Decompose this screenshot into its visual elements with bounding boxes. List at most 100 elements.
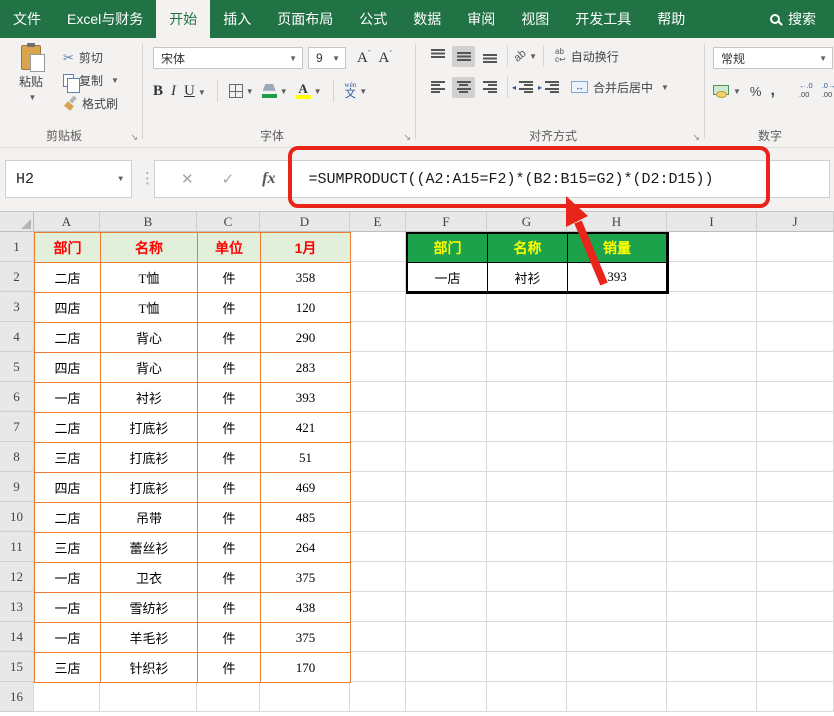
insert-function-icon[interactable]: fx [262,170,275,188]
column-header-F[interactable]: F [406,212,487,232]
formula-bar-grip-icon[interactable]: ⋮ [140,169,155,187]
decrease-decimal-button[interactable]: .0→ .00 [822,82,834,99]
column-header-B[interactable]: B [100,212,197,232]
font-size-select[interactable]: 9 ▼ [308,47,346,69]
column-header-C[interactable]: C [197,212,260,232]
wrap-text-button[interactable]: ab c↩ 自动换行 [555,48,619,65]
cell-B12[interactable]: 卫衣 [101,563,198,593]
cell-B5[interactable]: 背心 [101,353,198,383]
cell-H1[interactable]: 销量 [568,234,667,263]
cell-D15[interactable]: 170 [261,653,351,683]
row-header-4[interactable]: 4 [0,322,34,352]
phonetic-button[interactable]: wén 文 ▼ [345,82,368,100]
enter-icon[interactable]: ✓ [222,170,235,188]
cell-B14[interactable]: 羊毛衫 [101,623,198,653]
formula-text[interactable]: =SUMPRODUCT((A2:A15=F2)*(B2:B15=G2)*(D2:… [308,171,713,188]
clipboard-dialog-launcher-icon[interactable]: ↘ [130,132,138,143]
row-header-10[interactable]: 10 [0,502,34,532]
cell-B3[interactable]: T恤 [101,293,198,323]
cell-C5[interactable]: 件 [198,353,261,383]
cell-A7[interactable]: 二店 [35,413,101,443]
column-header-G[interactable]: G [487,212,567,232]
tab-数据[interactable]: 数据 [400,0,454,38]
cell-H2[interactable]: 393 [568,263,667,292]
cell-B6[interactable]: 衬衫 [101,383,198,413]
align-center-button[interactable] [452,77,475,98]
copy-button[interactable]: 复制 ▼ [63,70,119,91]
row-header-3[interactable]: 3 [0,292,34,322]
cell-A9[interactable]: 四店 [35,473,101,503]
cell-A6[interactable]: 一店 [35,383,101,413]
tab-Excel与财务[interactable]: Excel与财务 [54,0,156,38]
cell-B10[interactable]: 吊带 [101,503,198,533]
tab-帮助[interactable]: 帮助 [644,0,698,38]
number-format-select[interactable]: 常规 ▼ [713,47,833,69]
row-header-14[interactable]: 14 [0,622,34,652]
column-header-A[interactable]: A [34,212,100,232]
cell-D13[interactable]: 438 [261,593,351,623]
cell-D12[interactable]: 375 [261,563,351,593]
cell-A5[interactable]: 四店 [35,353,101,383]
bold-button[interactable]: B [153,83,163,100]
cell-D1[interactable]: 1月 [261,233,351,263]
cell-C9[interactable]: 件 [198,473,261,503]
cell-C4[interactable]: 件 [198,323,261,353]
comma-style-button[interactable]: , [770,82,774,100]
cell-D5[interactable]: 283 [261,353,351,383]
borders-button[interactable]: ▼ [229,84,254,98]
align-top-button[interactable] [426,46,449,67]
cell-C13[interactable]: 件 [198,593,261,623]
select-all-corner[interactable] [0,212,34,232]
tab-插入[interactable]: 插入 [210,0,264,38]
tab-文件[interactable]: 文件 [0,0,54,38]
increase-decimal-button[interactable]: ←.0 .00 [799,82,813,99]
format-painter-button[interactable]: 格式刷 [63,93,119,114]
name-box[interactable]: H2 ▼ [5,160,132,198]
cell-D7[interactable]: 421 [261,413,351,443]
cell-D2[interactable]: 358 [261,263,351,293]
row-header-11[interactable]: 11 [0,532,34,562]
cell-C8[interactable]: 件 [198,443,261,473]
decrease-font-button[interactable]: Aˇ [379,49,393,67]
font-color-button[interactable]: A ▼ [296,83,322,99]
cell-C10[interactable]: 件 [198,503,261,533]
tab-视图[interactable]: 视图 [508,0,562,38]
percent-button[interactable]: % [750,84,762,99]
cell-B4[interactable]: 背心 [101,323,198,353]
cell-A2[interactable]: 二店 [35,263,101,293]
cell-A1[interactable]: 部门 [35,233,101,263]
increase-font-button[interactable]: Aˆ [357,49,371,67]
cell-B2[interactable]: T恤 [101,263,198,293]
cancel-icon[interactable]: ✕ [181,170,194,188]
search-box[interactable]: 搜索 [762,0,834,38]
row-header-15[interactable]: 15 [0,652,34,682]
cell-B8[interactable]: 打底衫 [101,443,198,473]
cell-F1[interactable]: 部门 [408,234,488,263]
cell-C6[interactable]: 件 [198,383,261,413]
cell-A11[interactable]: 三店 [35,533,101,563]
alignment-dialog-launcher-icon[interactable]: ↘ [692,132,700,143]
underline-button[interactable]: U▼ [184,83,206,100]
cell-F2[interactable]: 一店 [408,263,488,292]
cell-B9[interactable]: 打底衫 [101,473,198,503]
paste-button[interactable]: 粘贴 ▼ [9,45,53,114]
font-dialog-launcher-icon[interactable]: ↘ [403,132,411,143]
cell-C1[interactable]: 单位 [198,233,261,263]
cell-B13[interactable]: 雪纺衫 [101,593,198,623]
formula-input-area[interactable]: ✕ ✓ fx =SUMPRODUCT((A2:A15=F2)*(B2:B15=G… [154,160,830,198]
cell-C7[interactable]: 件 [198,413,261,443]
cell-A8[interactable]: 三店 [35,443,101,473]
align-middle-button[interactable] [452,46,475,67]
row-header-16[interactable]: 16 [0,682,34,712]
cell-B1[interactable]: 名称 [101,233,198,263]
column-header-H[interactable]: H [567,212,667,232]
column-header-E[interactable]: E [350,212,406,232]
cell-D11[interactable]: 264 [261,533,351,563]
row-header-7[interactable]: 7 [0,412,34,442]
cell-D8[interactable]: 51 [261,443,351,473]
tab-页面布局[interactable]: 页面布局 [264,0,346,38]
cell-B7[interactable]: 打底衫 [101,413,198,443]
cell-A4[interactable]: 二店 [35,323,101,353]
cell-G1[interactable]: 名称 [488,234,568,263]
cell-C12[interactable]: 件 [198,563,261,593]
